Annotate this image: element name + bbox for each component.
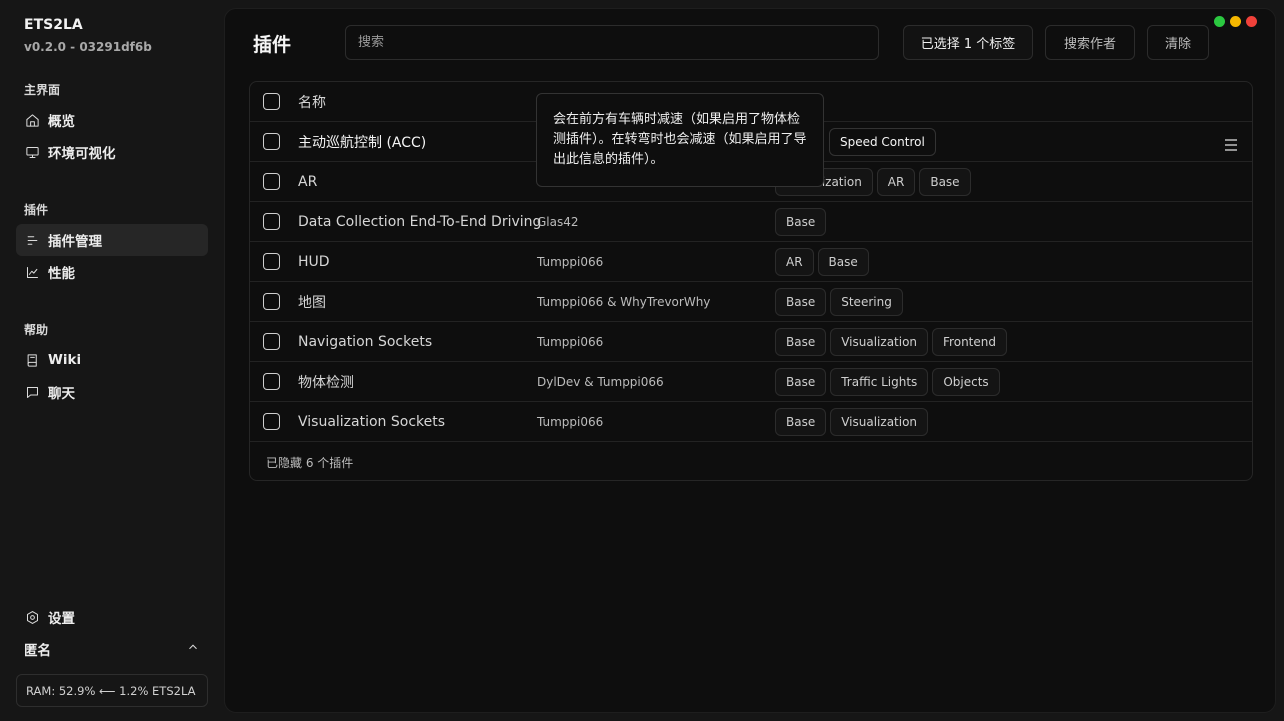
plugin-tags: Base Visualization Frontend: [775, 327, 1007, 356]
column-header-name: 名称: [298, 94, 326, 111]
status-box: RAM: 52.9% ⟵ 1.2% ETS2LA: [16, 674, 208, 707]
sidebar-item-label: 设置: [48, 611, 75, 627]
plugin-author: Tumppi066 & WhyTrevorWhy: [537, 294, 711, 309]
plugin-name: 主动巡航控制 (ACC): [298, 134, 427, 151]
chart-icon: [24, 264, 40, 280]
plugin-name: 物体检测: [298, 374, 354, 391]
sidebar-item-label: 性能: [48, 266, 75, 282]
row-checkbox[interactable]: [263, 173, 280, 190]
tag-badge[interactable]: Objects: [932, 367, 1000, 396]
sidebar-item-chat[interactable]: 聊天: [16, 376, 208, 408]
sidebar-item-wiki[interactable]: Wiki: [16, 344, 208, 376]
book-icon: [24, 352, 40, 368]
tag-badge[interactable]: Visualization: [830, 407, 929, 436]
tag-badge[interactable]: Base: [775, 207, 827, 236]
tag-badge[interactable]: Base: [775, 287, 827, 316]
row-checkbox[interactable]: [263, 253, 280, 270]
tag-badge[interactable]: Traffic Lights: [830, 367, 929, 396]
tag-badge[interactable]: Steering: [830, 287, 903, 316]
menu-icon[interactable]: [1224, 136, 1238, 151]
sidebar-item-settings[interactable]: 设置: [16, 601, 208, 633]
plugin-tags: Speed Control: [829, 127, 936, 156]
tag-badge[interactable]: Base: [775, 367, 827, 396]
plugin-name: Navigation Sockets: [298, 333, 433, 350]
hidden-count: 已隐藏 6 个插件: [266, 456, 354, 470]
tag-badge[interactable]: Speed Control: [829, 127, 936, 156]
section-label-plugins: 插件: [24, 203, 49, 217]
plugin-name: HUD: [298, 253, 330, 270]
tooltip-text: 会在前方有车辆时减速（如果启用了物体检测插件）。在转弯时也会减速（如果启用了导出…: [553, 112, 807, 167]
sidebar-item-label: 插件管理: [48, 234, 102, 250]
plugin-tags: Base Steering: [775, 287, 903, 316]
sidebar-item-visualization[interactable]: 环境可视化: [16, 136, 208, 168]
monitor-icon: [24, 144, 40, 160]
home-icon: [24, 112, 40, 128]
plugin-author: Tumppi066: [537, 254, 604, 269]
sidebar-item-performance[interactable]: 性能: [16, 256, 208, 288]
tag-badge[interactable]: Visualization: [830, 327, 929, 356]
chat-icon: [24, 384, 40, 400]
search-input[interactable]: [345, 25, 879, 60]
table-row[interactable]: HUD Tumppi066 AR Base: [250, 242, 1252, 282]
table-row[interactable]: 物体检测 DylDev & Tumppi066 Base Traffic Lights…: [250, 362, 1252, 402]
close-dot[interactable]: [1246, 16, 1257, 27]
plugin-name: Visualization Sockets: [298, 413, 446, 430]
sidebar-item-label: Wiki: [48, 352, 82, 368]
app-title: ETS2LA: [24, 17, 83, 33]
table-row[interactable]: 地图 Tumppi066 & WhyTrevorWhy Base Steering: [250, 282, 1252, 322]
sidebar-item-label: 聊天: [48, 386, 75, 402]
plugin-author: Tumppi066: [537, 414, 604, 429]
status-text: RAM: 52.9% ⟵ 1.2% ETS2LA: [26, 683, 196, 698]
plugin-name: 地图: [298, 294, 326, 311]
row-checkbox[interactable]: [263, 413, 280, 430]
tag-badge[interactable]: Base: [775, 407, 827, 436]
user-name: 匿名: [24, 643, 51, 659]
plugin-tags: Base Visualization: [775, 407, 929, 436]
row-checkbox[interactable]: [263, 373, 280, 390]
tag-badge[interactable]: Frontend: [932, 327, 1007, 356]
section-label-main: 主界面: [24, 83, 61, 97]
gear-icon: [24, 609, 40, 625]
plugin-tags: AR Base: [775, 247, 869, 276]
table-row[interactable]: Visualization Sockets Tumppi066 Base Visual…: [250, 402, 1252, 442]
select-all-checkbox[interactable]: [263, 93, 280, 110]
plugin-author: DylDev & Tumppi066: [537, 374, 664, 389]
row-checkbox[interactable]: [263, 133, 280, 150]
row-checkbox[interactable]: [263, 333, 280, 350]
app-version: v0.2.0 - 03291df6b: [24, 40, 152, 54]
clear-button[interactable]: 清除: [1147, 25, 1209, 60]
row-checkbox[interactable]: [263, 293, 280, 310]
sidebar-item-overview[interactable]: 概览: [16, 104, 208, 136]
maximize-dot[interactable]: [1214, 16, 1225, 27]
table-row[interactable]: Data Collection End-To-End Driving Glas42…: [250, 202, 1252, 242]
plugin-tags: Base: [775, 207, 827, 236]
tag-badge[interactable]: Base: [775, 327, 827, 356]
sidebar: ETS2LA v0.2.0 - 03291df6b 主界面 概览 环境可视化 插…: [0, 0, 224, 721]
tag-badge[interactable]: Base: [919, 167, 971, 196]
sidebar-item-label: 概览: [48, 114, 75, 130]
user-menu[interactable]: 匿名: [16, 637, 208, 661]
list-filter-icon: [24, 232, 40, 248]
tag-badge[interactable]: Base: [817, 247, 869, 276]
plugin-name: AR: [298, 173, 318, 190]
page-title: 插件: [253, 34, 292, 56]
plugin-tags: Base Traffic Lights Objects: [775, 367, 1000, 396]
plugin-description-tooltip: 会在前方有车辆时减速（如果启用了物体检测插件）。在转弯时也会减速（如果启用了导出…: [536, 93, 824, 187]
table-row[interactable]: Navigation Sockets Tumppi066 Base Visualiza…: [250, 322, 1252, 362]
plugin-author: Glas42: [537, 214, 579, 229]
plugin-author: Tumppi066: [537, 334, 604, 349]
row-checkbox[interactable]: [263, 213, 280, 230]
section-label-help: 帮助: [24, 323, 49, 337]
tags-filter-button[interactable]: 已选择 1 个标签: [903, 25, 1033, 60]
chevron-up-icon: [186, 640, 200, 658]
sidebar-item-plugin-manager[interactable]: 插件管理: [16, 224, 208, 256]
search-author-button[interactable]: 搜索作者: [1045, 25, 1135, 60]
minimize-dot[interactable]: [1230, 16, 1241, 27]
plugin-name: Data Collection End-To-End Driving: [298, 213, 542, 230]
sidebar-item-label: 环境可视化: [48, 146, 116, 162]
tag-badge[interactable]: AR: [775, 247, 814, 276]
window-controls: [1214, 16, 1257, 27]
tag-badge[interactable]: AR: [876, 167, 916, 196]
